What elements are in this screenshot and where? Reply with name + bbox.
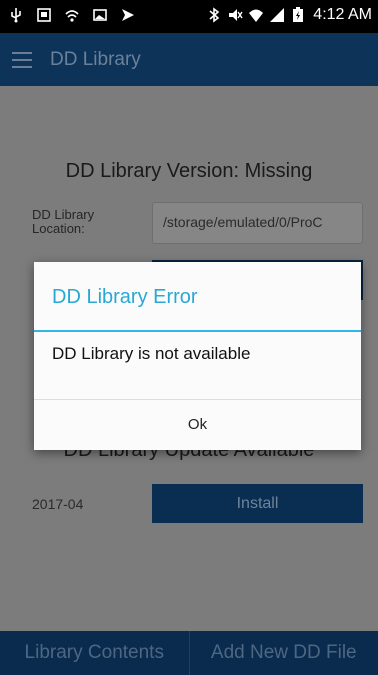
battery-charging-icon [293, 7, 304, 22]
app-title: DD Library [50, 49, 141, 70]
add-new-dd-file-button[interactable]: Add New DD File [188, 631, 378, 675]
cell-signal-icon [270, 8, 285, 22]
error-dialog: DD Library Error DD Library is not avail… [34, 262, 361, 450]
library-contents-button[interactable]: Library Contents [0, 631, 189, 675]
dialog-message: DD Library is not available [52, 344, 251, 363]
bottom-bar: Library Contents Add New DD File [0, 631, 378, 675]
update-date: 2017-04 [32, 496, 84, 512]
image-icon [37, 8, 51, 22]
bluetooth-icon [209, 7, 220, 23]
location-label: DD Library Location: [32, 207, 95, 236]
usb-icon [11, 8, 21, 23]
wifi-icon [65, 10, 79, 22]
app-bar: DD Library [0, 33, 378, 86]
gallery-icon [93, 9, 107, 21]
install-button[interactable]: Install [152, 484, 363, 523]
location-field[interactable]: /storage/emulated/0/ProC [152, 202, 363, 244]
dialog-title-divider [34, 330, 361, 332]
send-icon [122, 9, 134, 21]
library-version-heading: DD Library Version: Missing [65, 160, 313, 182]
status-time: 4:12 AM [313, 6, 372, 23]
wifi-signal-icon [249, 9, 264, 22]
ok-button[interactable]: Ok [34, 400, 361, 450]
dialog-title: DD Library Error [52, 286, 198, 308]
mute-icon [229, 9, 243, 21]
hamburger-menu-icon[interactable] [12, 52, 32, 68]
status-bar: 4:12 AM [0, 0, 378, 33]
